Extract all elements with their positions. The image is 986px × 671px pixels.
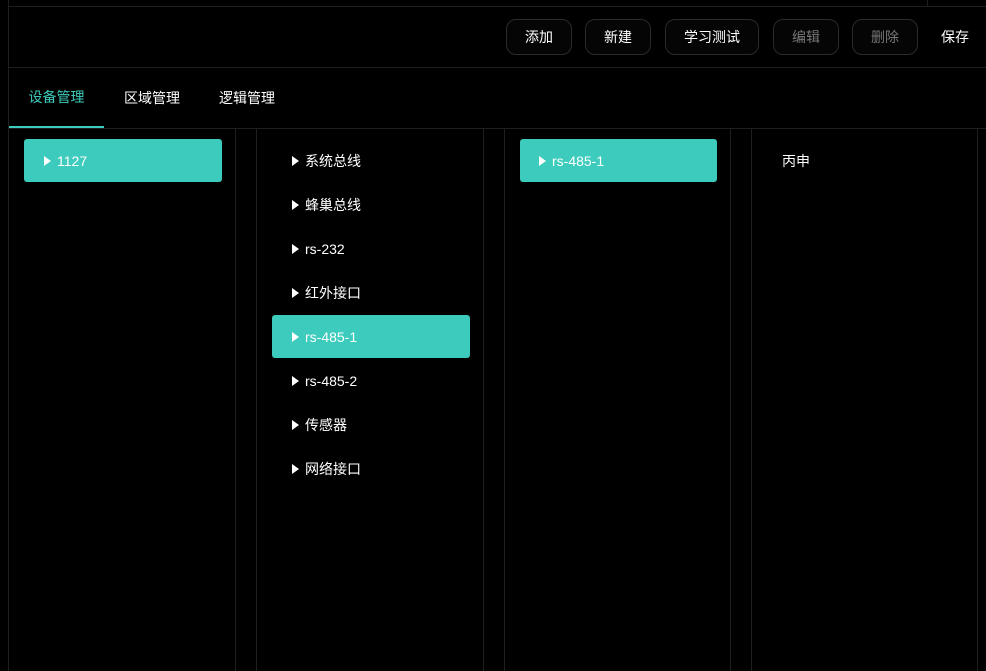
bus-item-label: 系统总线 <box>305 152 361 169</box>
device-column: 1127 <box>9 129 235 671</box>
toolbar: 添加 新建 学习测试 编辑 删除 保存 <box>8 7 986 68</box>
caret-right-icon <box>292 331 299 342</box>
port-column: rs-485-1 <box>505 129 730 671</box>
delete-button[interactable]: 删除 <box>852 19 918 55</box>
list-item[interactable]: 丙申 <box>767 139 964 182</box>
item-column: 丙申 <box>752 129 977 671</box>
device-item-label: 1127 <box>57 152 88 169</box>
caret-right-icon <box>292 287 299 298</box>
caret-right-icon <box>292 463 299 474</box>
top-right-divider <box>927 0 928 6</box>
tab-area-management[interactable]: 区域管理 <box>110 68 194 128</box>
learn-test-button[interactable]: 学习测试 <box>665 19 759 55</box>
bus-item[interactable]: 系统总线 <box>272 139 470 182</box>
caret-right-icon <box>292 155 299 166</box>
device-item-1127[interactable]: 1127 <box>24 139 222 182</box>
bus-item[interactable]: 网络接口 <box>272 447 470 490</box>
list-item-label: 丙申 <box>782 152 810 169</box>
tab-logic-management[interactable]: 逻辑管理 <box>205 68 289 128</box>
bus-item-label: rs-485-2 <box>305 372 358 389</box>
bus-item[interactable]: rs-232 <box>272 227 470 270</box>
bus-item-label: 蜂巢总线 <box>305 196 361 213</box>
caret-right-icon <box>292 419 299 430</box>
bus-item-label: 红外接口 <box>305 284 361 301</box>
edit-button[interactable]: 编辑 <box>773 19 839 55</box>
bus-item[interactable]: 传感器 <box>272 403 470 446</box>
tab-device-management[interactable]: 设备管理 <box>9 68 104 128</box>
new-button[interactable]: 新建 <box>585 19 651 55</box>
column-divider <box>483 129 484 671</box>
port-item-selected[interactable]: rs-485-1 <box>520 139 717 182</box>
bus-item[interactable]: 红外接口 <box>272 271 470 314</box>
caret-right-icon <box>292 199 299 210</box>
bus-item-label: 传感器 <box>305 416 347 433</box>
caret-right-icon <box>44 155 51 166</box>
save-button[interactable]: 保存 <box>934 19 976 55</box>
caret-right-icon <box>292 243 299 254</box>
bus-item-label: rs-232 <box>305 240 345 257</box>
column-divider <box>977 129 978 671</box>
caret-right-icon <box>539 155 546 166</box>
bus-item-label: 网络接口 <box>305 460 361 477</box>
caret-right-icon <box>292 375 299 386</box>
bus-item[interactable]: 蜂巢总线 <box>272 183 470 226</box>
port-item-label: rs-485-1 <box>552 152 605 169</box>
bus-item[interactable]: rs-485-2 <box>272 359 470 402</box>
column-divider <box>235 129 236 671</box>
column-divider <box>730 129 731 671</box>
add-button[interactable]: 添加 <box>506 19 572 55</box>
bus-item-selected[interactable]: rs-485-1 <box>272 315 470 358</box>
bus-column: 系统总线 蜂巢总线 rs-232 红外接口 rs-485-1 rs-485-2 … <box>257 129 483 671</box>
bus-item-label: rs-485-1 <box>305 328 358 345</box>
